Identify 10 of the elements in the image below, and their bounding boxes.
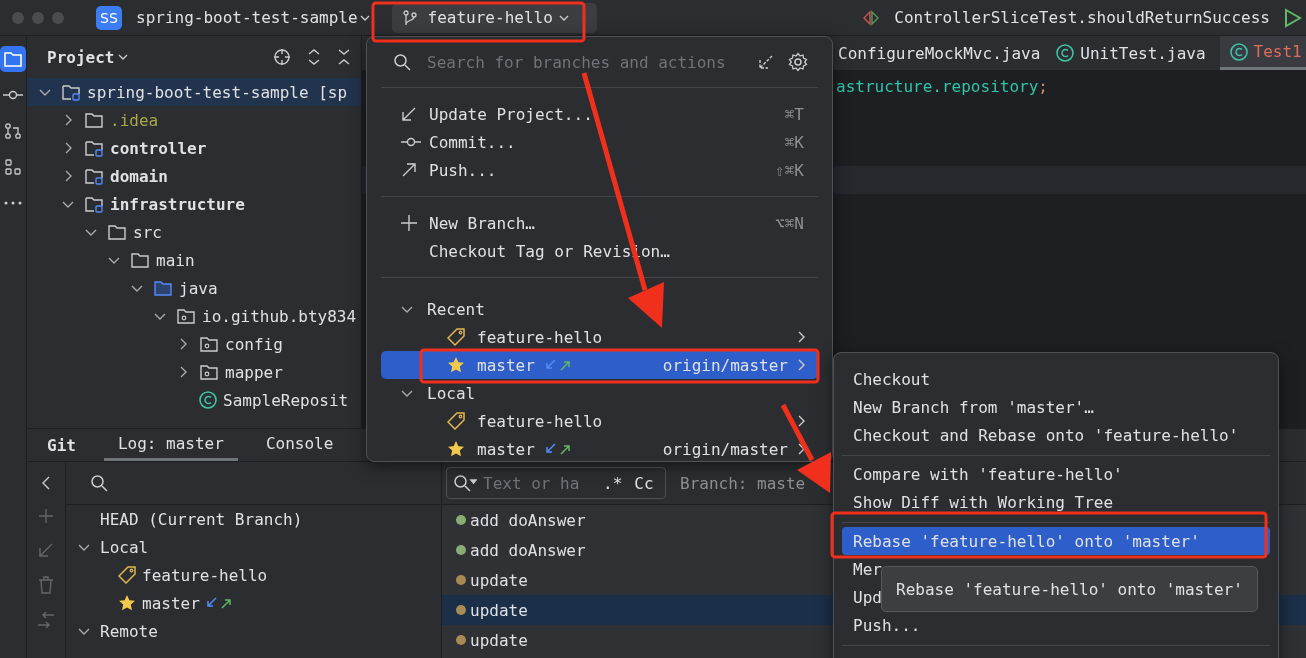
shortcut-label: ⌘T (784, 104, 804, 124)
shortcut-label: ⇧⌘K (775, 160, 804, 180)
tracked-branch-label: origin/master (662, 439, 788, 459)
project-badge: SS (96, 5, 122, 30)
code-line: astructure.repository; (835, 76, 1049, 96)
shortcut-label: ⌥⌘N (775, 213, 804, 233)
shortcut-label: ⌘K (784, 132, 804, 152)
tool-window-title: Git (47, 435, 76, 455)
tooltip: Rebase 'feature-hello' onto 'master' (881, 566, 1258, 612)
tracked-branch-label: origin/master (662, 355, 788, 375)
